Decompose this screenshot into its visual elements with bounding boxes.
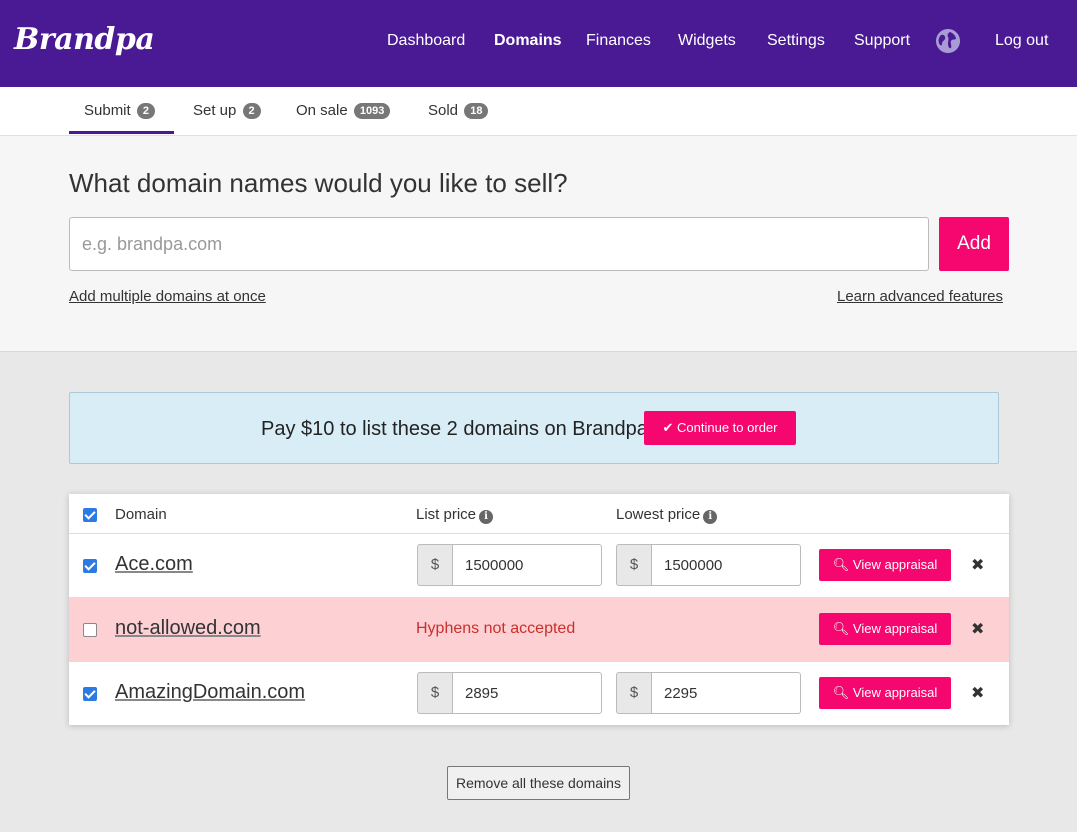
view-appraisal-button[interactable]: 🔍︎ View appraisal	[819, 549, 951, 581]
list-price-input[interactable]	[452, 544, 602, 586]
nav-finances[interactable]: Finances	[586, 32, 651, 50]
search-icon: 🔍︎	[832, 621, 850, 636]
tab-submit[interactable]: Submit 2	[84, 102, 155, 119]
logout-link[interactable]: Log out	[995, 32, 1048, 50]
domain-name[interactable]: Ace.com	[115, 553, 193, 576]
remove-row-icon[interactable]: ✖	[971, 555, 984, 575]
tab-label: Sold	[428, 102, 459, 119]
search-icon: 🔍︎	[832, 557, 850, 572]
select-all-checkbox[interactable]	[83, 508, 97, 522]
remove-row-icon[interactable]: ✖	[971, 619, 984, 639]
pay-text: Pay $10 to list these 2 domains on Brand…	[261, 418, 648, 440]
error-message: Hyphens not accepted	[416, 620, 576, 637]
advanced-features-link[interactable]: Learn advanced features	[837, 288, 1003, 305]
list-price-group: $	[417, 544, 602, 586]
nav-widgets[interactable]: Widgets	[678, 32, 736, 50]
row-checkbox[interactable]	[83, 559, 97, 573]
info-icon[interactable]: i	[479, 510, 494, 524]
appraisal-label: View appraisal	[852, 685, 938, 700]
check-icon: ✔	[662, 420, 674, 435]
nav-dashboard[interactable]: Dashboard	[387, 32, 465, 50]
view-appraisal-button[interactable]: 🔍︎ View appraisal	[819, 677, 951, 709]
nav-settings[interactable]: Settings	[767, 32, 825, 50]
domain-name[interactable]: AmazingDomain.com	[115, 681, 305, 704]
active-tab-indicator	[69, 131, 174, 134]
row-checkbox[interactable]	[83, 623, 97, 637]
currency-prefix: $	[417, 672, 452, 714]
info-icon[interactable]: i	[703, 510, 718, 524]
header-lowest-price-label: Lowest price	[616, 506, 701, 523]
tab-sold[interactable]: Sold 18	[428, 102, 489, 119]
search-icon: 🔍︎	[832, 685, 850, 700]
nav-domains[interactable]: Domains	[494, 32, 562, 50]
add-multiple-link[interactable]: Add multiple domains at once	[69, 288, 266, 305]
nav-support[interactable]: Support	[854, 32, 910, 50]
count-badge: 1093	[353, 103, 391, 119]
view-appraisal-button[interactable]: 🔍︎ View appraisal	[819, 613, 951, 645]
remove-row-icon[interactable]: ✖	[971, 683, 984, 703]
header-list-price: List price i	[416, 506, 494, 524]
appraisal-label: View appraisal	[852, 621, 938, 636]
list-price-input[interactable]	[452, 672, 602, 714]
tab-on-sale[interactable]: On sale 1093	[296, 102, 391, 119]
currency-prefix: $	[417, 544, 452, 586]
domain-input[interactable]	[69, 217, 929, 271]
continue-to-order-button[interactable]: ✔ Continue to order	[644, 411, 796, 445]
lowest-price-group: $	[616, 544, 801, 586]
count-badge: 18	[464, 103, 489, 119]
brandpa-logo[interactable]: Brandpa	[14, 22, 155, 57]
page-title: What domain names would you like to sell…	[69, 168, 568, 198]
lowest-price-input[interactable]	[651, 672, 801, 714]
count-badge: 2	[136, 103, 155, 119]
remove-all-button[interactable]: Remove all these domains	[447, 766, 630, 800]
header-list-price-label: List price	[416, 506, 477, 523]
domain-name[interactable]: not-allowed.com	[115, 617, 261, 640]
appraisal-label: View appraisal	[852, 557, 938, 572]
lowest-price-group: $	[616, 672, 801, 714]
header-lowest-price: Lowest price i	[616, 506, 718, 524]
tab-bar	[0, 87, 1077, 136]
tab-label: On sale	[296, 102, 348, 119]
header-domain: Domain	[115, 506, 167, 523]
globe-icon[interactable]	[936, 29, 960, 53]
currency-prefix: $	[616, 672, 651, 714]
tab-setup[interactable]: Set up 2	[193, 102, 261, 119]
currency-prefix: $	[616, 544, 651, 586]
tab-label: Set up	[193, 102, 237, 119]
count-badge: 2	[242, 103, 261, 119]
tab-label: Submit	[84, 102, 131, 119]
lowest-price-input[interactable]	[651, 544, 801, 586]
list-price-group: $	[417, 672, 602, 714]
row-checkbox[interactable]	[83, 687, 97, 701]
continue-label: Continue to order	[677, 420, 778, 435]
add-button[interactable]: Add	[939, 217, 1009, 271]
